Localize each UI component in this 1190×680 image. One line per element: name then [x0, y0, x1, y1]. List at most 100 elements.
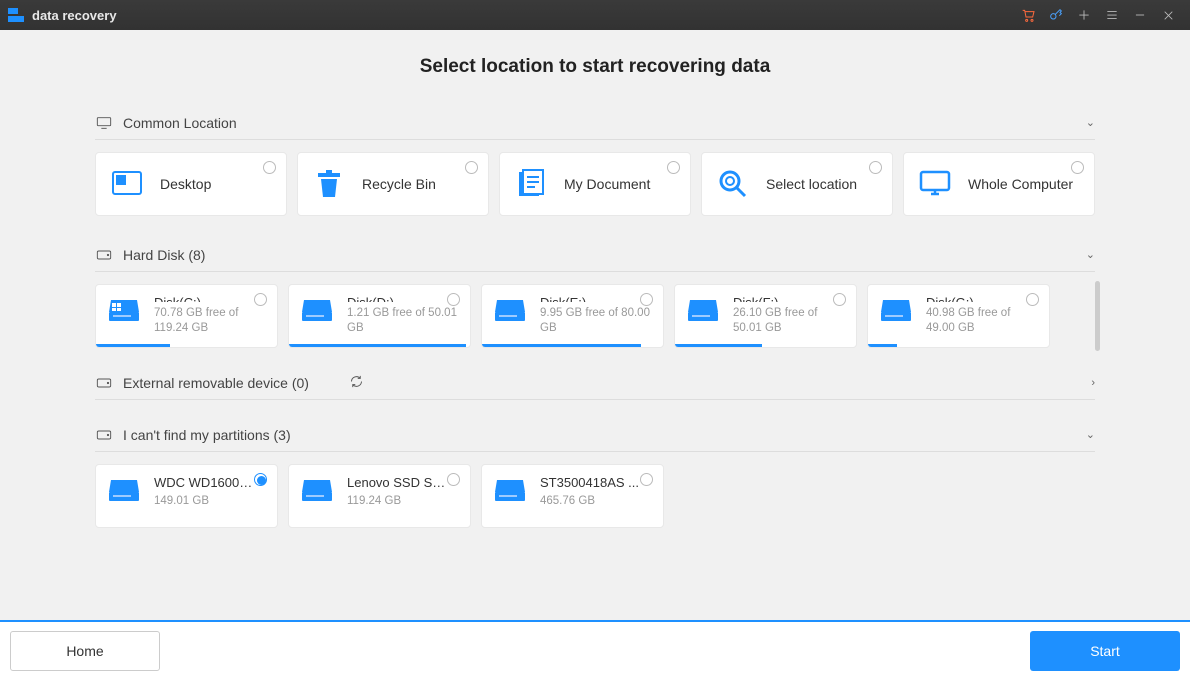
main-content: Select location to start recovering data… [0, 30, 1190, 620]
scrollbar-thumb[interactable] [1095, 281, 1100, 351]
disk-icon [494, 477, 526, 505]
monitor-icon [95, 116, 113, 130]
section-label: I can't find my partitions (3) [123, 427, 1076, 443]
section-label: Hard Disk (8) [123, 247, 1076, 263]
disk-icon [494, 297, 526, 325]
radio[interactable] [667, 161, 680, 174]
disk-info: 26.10 GB free of 50.01 GB [733, 306, 844, 337]
desktop-icon [110, 167, 144, 201]
radio[interactable] [833, 293, 846, 306]
disk-info: 40.98 GB free of 49.00 GB [926, 306, 1037, 337]
chevron-right-icon: › [1091, 377, 1095, 389]
menu-icon[interactable] [1098, 1, 1126, 29]
drive-icon [95, 377, 113, 389]
common-cards: Desktop Recycle Bin My Document Select l… [95, 140, 1095, 238]
section-label: Common Location [123, 115, 1076, 131]
partition-card[interactable]: ST3500418AS ... 465.76 GB [481, 464, 664, 528]
computer-icon [918, 167, 952, 201]
card-label: Whole Computer [968, 176, 1073, 192]
minimize-icon[interactable] [1126, 1, 1154, 29]
disk-icon [301, 477, 333, 505]
section-label: External removable device (0) [123, 375, 309, 391]
section-header-lost[interactable]: I can't find my partitions (3) ⌄ [95, 418, 1095, 452]
disk-card[interactable]: Disk(G:) 40.98 GB free of 49.00 GB [867, 284, 1050, 348]
start-button[interactable]: Start [1030, 631, 1180, 671]
card-label: My Document [564, 176, 650, 192]
usage-bar [289, 344, 466, 347]
radio[interactable] [263, 161, 276, 174]
section-header-harddisk[interactable]: Hard Disk (8) ⌄ [95, 238, 1095, 272]
usage-bar [96, 344, 170, 347]
harddisk-cards: Disk(C:) 70.78 GB free of 119.24 GB Disk(D… [95, 272, 1095, 366]
refresh-icon[interactable] [349, 374, 364, 392]
radio[interactable] [1071, 161, 1084, 174]
partition-name: WDC WD1600A... [154, 475, 254, 490]
disk-name: Disk(D:) [347, 295, 447, 302]
chevron-down-icon: ⌄ [1086, 248, 1095, 261]
partition-card[interactable]: Lenovo SSD SL... 119.24 GB [288, 464, 471, 528]
document-icon [514, 167, 548, 201]
disk-icon [687, 297, 719, 325]
app-title: data recovery [32, 8, 117, 23]
disk-icon [880, 297, 912, 325]
card-desktop[interactable]: Desktop [95, 152, 287, 216]
disk-name: Disk(E:) [540, 295, 640, 302]
partition-card[interactable]: WDC WD1600A... 149.01 GB [95, 464, 278, 528]
close-icon[interactable] [1154, 1, 1182, 29]
card-label: Desktop [160, 176, 211, 192]
disk-icon [108, 477, 140, 505]
card-whole-computer[interactable]: Whole Computer [903, 152, 1095, 216]
radio[interactable] [254, 473, 267, 486]
radio[interactable] [465, 161, 478, 174]
page-title: Select location to start recovering data [0, 56, 1190, 78]
usage-bar [675, 344, 762, 347]
plus-icon[interactable] [1070, 1, 1098, 29]
chevron-down-icon: ⌄ [1086, 116, 1095, 129]
section-header-external[interactable]: External removable device (0) › [95, 366, 1095, 400]
lost-cards: WDC WD1600A... 149.01 GB Lenovo SSD SL... 1… [95, 452, 1095, 546]
partition-size: 119.24 GB [347, 494, 447, 510]
card-recycle-bin[interactable]: Recycle Bin [297, 152, 489, 216]
disk-info: 70.78 GB free of 119.24 GB [154, 306, 265, 337]
disk-card[interactable]: Disk(D:) 1.21 GB free of 50.01 GB [288, 284, 471, 348]
drive-icon [95, 249, 113, 261]
chevron-down-icon: ⌄ [1086, 428, 1095, 441]
card-select-location[interactable]: Select location [701, 152, 893, 216]
key-icon[interactable] [1042, 1, 1070, 29]
disk-name: Disk(G:) [926, 295, 1026, 302]
radio[interactable] [447, 473, 460, 486]
card-my-document[interactable]: My Document [499, 152, 691, 216]
card-label: Recycle Bin [362, 176, 436, 192]
disk-name: Disk(C:) [154, 295, 254, 302]
partition-size: 465.76 GB [540, 494, 639, 510]
footer: Home Start [0, 620, 1190, 680]
disk-info: 1.21 GB free of 50.01 GB [347, 306, 458, 337]
home-button[interactable]: Home [10, 631, 160, 671]
search-icon [716, 167, 750, 201]
radio[interactable] [1026, 293, 1039, 306]
partition-size: 149.01 GB [154, 494, 254, 510]
disk-icon [108, 297, 140, 325]
trash-icon [312, 167, 346, 201]
disk-name: Disk(F:) [733, 295, 833, 302]
disk-card[interactable]: Disk(C:) 70.78 GB free of 119.24 GB [95, 284, 278, 348]
partition-name: ST3500418AS ... [540, 475, 639, 490]
app-logo-icon [8, 8, 24, 22]
drive-icon [95, 429, 113, 441]
radio[interactable] [640, 293, 653, 306]
titlebar: data recovery [0, 0, 1190, 30]
card-label: Select location [766, 176, 857, 192]
radio[interactable] [447, 293, 460, 306]
disk-info: 9.95 GB free of 80.00 GB [540, 306, 651, 337]
cart-icon[interactable] [1014, 1, 1042, 29]
usage-bar [482, 344, 641, 347]
disk-icon [301, 297, 333, 325]
disk-card[interactable]: Disk(E:) 9.95 GB free of 80.00 GB [481, 284, 664, 348]
radio[interactable] [869, 161, 882, 174]
partition-name: Lenovo SSD SL... [347, 475, 447, 490]
radio[interactable] [254, 293, 267, 306]
usage-bar [868, 344, 897, 347]
section-header-common[interactable]: Common Location ⌄ [95, 106, 1095, 140]
disk-card[interactable]: Disk(F:) 26.10 GB free of 50.01 GB [674, 284, 857, 348]
radio[interactable] [640, 473, 653, 486]
